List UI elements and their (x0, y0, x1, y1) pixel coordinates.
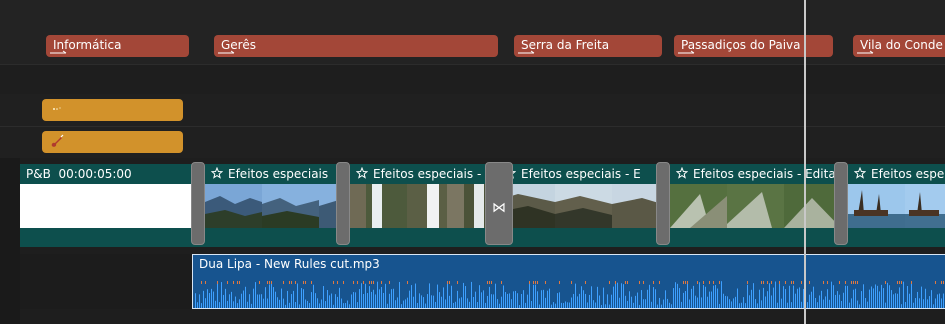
title-marker-passadicos-do-paiva[interactable]: Passadiços do Paiva (674, 35, 833, 57)
thumbnail (670, 184, 727, 228)
thumbnail (205, 184, 262, 228)
title-marker-serra-da-freita[interactable]: Serra da Freita (514, 35, 662, 57)
star-icon (211, 167, 223, 179)
thumbnail (555, 184, 612, 228)
clip-label: P&B (26, 167, 51, 181)
title-marker-informatica[interactable]: Informática (46, 35, 189, 57)
clip-duration: 00:00:05:00 (58, 167, 132, 181)
thumbnail (262, 184, 319, 228)
video-clip-3[interactable]: Efeitos especiais - E (498, 164, 658, 228)
clip-thumbnails (670, 184, 835, 228)
transition-icon[interactable]: ⋈ (487, 200, 511, 216)
thumbnail (350, 184, 407, 228)
title-marker-vila-do-conde[interactable]: Vila do Conde (853, 35, 945, 57)
trim-handle[interactable] (656, 162, 670, 245)
audio-clip[interactable]: Dua Lipa - New Rules cut.mp3 (192, 254, 945, 309)
thumbnail (464, 184, 486, 228)
clip-thumbnail-white (20, 184, 192, 228)
clip-label: Efeitos especiais - E (521, 167, 641, 181)
video-clip-5[interactable]: Efeitos espe (848, 164, 945, 228)
title-marker-geres[interactable]: Gerês (214, 35, 498, 57)
clip-header: Efeitos espe (848, 164, 945, 184)
playhead[interactable] (804, 0, 806, 324)
video-clip-2[interactable]: Efeitos especiais - Ei (350, 164, 486, 228)
clip-header: Efeitos especiais - E (498, 164, 658, 184)
thumbnail (612, 184, 658, 228)
video-clip-pb[interactable]: P&B 00:00:05:00 (20, 164, 192, 228)
clip-label: Efeitos especiais - Edita (693, 167, 835, 181)
clip-header: Efeitos especiais - Edita (670, 164, 835, 184)
star-icon (356, 167, 368, 179)
trim-handle[interactable] (336, 162, 350, 245)
thumbnail (407, 184, 464, 228)
marker-label: Passadiços do Paiva (681, 38, 801, 52)
marker-label: Serra da Freita (521, 38, 610, 52)
clip-thumbnails (205, 184, 338, 228)
fx-clip-sparkle[interactable] (42, 99, 183, 121)
sparkle-icon (53, 107, 61, 110)
thumbnail (848, 184, 905, 228)
clip-label: Efeitos especiais (228, 167, 329, 181)
clip-thumbnails (848, 184, 945, 228)
audio-waveform (195, 281, 944, 308)
fx-clip-guitar[interactable] (42, 131, 183, 153)
trim-handle[interactable] (834, 162, 848, 245)
video-clip-4[interactable]: Efeitos especiais - Edita (670, 164, 835, 228)
clip-header: P&B 00:00:05:00 (20, 164, 192, 184)
clip-label: Efeitos especiais - Ei (373, 167, 486, 181)
audio-clip-label: Dua Lipa - New Rules cut.mp3 (199, 257, 380, 271)
clip-header: Efeitos especiais (205, 164, 338, 184)
clip-thumbnails (498, 184, 658, 228)
thumbnail (784, 184, 835, 228)
clip-label: Efeitos espe (871, 167, 945, 181)
video-track-strip (20, 228, 945, 247)
guitar-icon (51, 134, 64, 147)
marker-label: Gerês (221, 38, 256, 52)
clip-thumbnails (350, 184, 486, 228)
track-gutter (0, 158, 20, 324)
thumbnail (727, 184, 784, 228)
marker-label: Vila do Conde (860, 38, 943, 52)
marker-label: Informática (53, 38, 122, 52)
thumbnail (905, 184, 945, 228)
video-clip-1[interactable]: Efeitos especiais (205, 164, 338, 228)
star-icon (676, 167, 688, 179)
star-icon (854, 167, 866, 179)
clip-header: Efeitos especiais - Ei (350, 164, 486, 184)
trim-handle[interactable] (191, 162, 205, 245)
